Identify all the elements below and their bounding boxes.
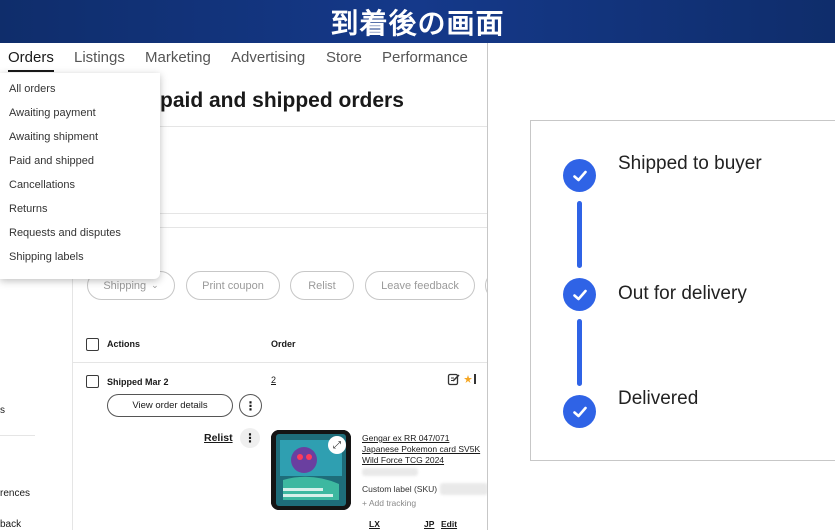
menu-item-paid-and-shipped[interactable]: Paid and shipped — [9, 155, 94, 167]
more-actions-button[interactable]: ⋮ — [239, 394, 262, 417]
menu-item-requests-disputes[interactable]: Requests and disputes — [9, 227, 121, 239]
more-vertical-icon: ⋮ — [244, 431, 256, 445]
order-quantity-link[interactable]: 2 — [271, 375, 276, 385]
banner-title: 到着後の画面 — [330, 6, 505, 40]
nav-listings[interactable]: Listings — [74, 43, 125, 66]
view-order-details-button[interactable]: View order details — [107, 394, 233, 417]
delivery-tracker: Shipped to buyer Out for delivery Delive… — [530, 120, 835, 461]
banner: 到着後の画面 — [0, 0, 835, 43]
carrier-code: LX — [369, 519, 380, 529]
order-row-checkbox[interactable] — [86, 375, 99, 388]
menu-item-all-orders[interactable]: All orders — [9, 83, 55, 95]
nav-advertising[interactable]: Advertising — [231, 43, 305, 66]
sidebar-divider — [0, 435, 35, 436]
header-order: Order — [271, 339, 296, 349]
step-out-for-delivery-label: Out for delivery — [618, 283, 747, 304]
order-status: Shipped Mar 2 — [107, 377, 169, 387]
redacted-sku — [440, 483, 487, 495]
relist-link[interactable]: Relist — [204, 432, 233, 444]
add-tracking-link[interactable]: + Add tracking — [362, 498, 416, 508]
leave-feedback-button[interactable]: Leave feedback — [365, 271, 475, 300]
note-icon[interactable] — [447, 372, 461, 391]
header-divider — [72, 362, 487, 363]
page-title: paid and shipped orders — [160, 89, 404, 112]
expand-image-button[interactable]: ⤢ — [328, 436, 346, 454]
step-connector — [577, 201, 582, 268]
menu-item-cancellations[interactable]: Cancellations — [9, 179, 75, 191]
more-vertical-icon: ⋮ — [244, 398, 257, 413]
chevron-down-icon: ⌄ — [151, 280, 159, 290]
menu-item-shipping-labels[interactable]: Shipping labels — [9, 251, 84, 263]
edit-tracking-link[interactable]: Edit — [441, 519, 457, 529]
expand-icon: ⤢ — [333, 439, 341, 451]
top-nav: Orders Listings Marketing Advertising St… — [0, 43, 487, 72]
sidebar-fragment-2[interactable]: rences — [0, 488, 30, 499]
country-code: JP — [424, 519, 435, 529]
custom-label: Custom label (SKU) — [362, 484, 438, 494]
shipping-filter-label: Shipping — [103, 279, 147, 292]
step-shipped-label: Shipped to buyer — [618, 153, 762, 174]
orders-dropdown-menu: All orders Awaiting payment Awaiting shi… — [0, 73, 160, 279]
item-more-button[interactable]: ⋮ — [240, 428, 260, 448]
item-title-link[interactable]: Gengar ex RR 047/071 Japanese Pokemon ca… — [362, 433, 487, 466]
check-circle-icon — [563, 278, 596, 311]
nav-performance[interactable]: Performance — [382, 43, 468, 66]
select-all-checkbox[interactable] — [86, 338, 99, 351]
sidebar-fragment-1[interactable]: s — [0, 405, 5, 416]
sidebar-fragment-3[interactable]: back — [0, 519, 21, 530]
nav-store[interactable]: Store — [326, 43, 362, 66]
check-circle-icon — [563, 159, 596, 192]
check-circle-icon — [563, 395, 596, 428]
nav-orders[interactable]: Orders — [8, 43, 54, 72]
menu-item-awaiting-payment[interactable]: Awaiting payment — [9, 107, 96, 119]
print-coupon-button[interactable]: Print coupon — [186, 271, 280, 300]
menu-item-awaiting-shipment[interactable]: Awaiting shipment — [9, 131, 98, 143]
seller-hub-panel: Orders Listings Marketing Advertising St… — [0, 43, 488, 530]
header-actions: Actions — [107, 339, 141, 349]
star-flag-icon — [464, 372, 478, 391]
nav-marketing[interactable]: Marketing — [145, 43, 211, 66]
redacted-item-id — [362, 468, 418, 476]
menu-item-returns[interactable]: Returns — [9, 203, 48, 215]
relist-filter-button[interactable]: Relist — [290, 271, 354, 300]
step-connector — [577, 319, 582, 386]
step-delivered-label: Delivered — [618, 388, 699, 409]
